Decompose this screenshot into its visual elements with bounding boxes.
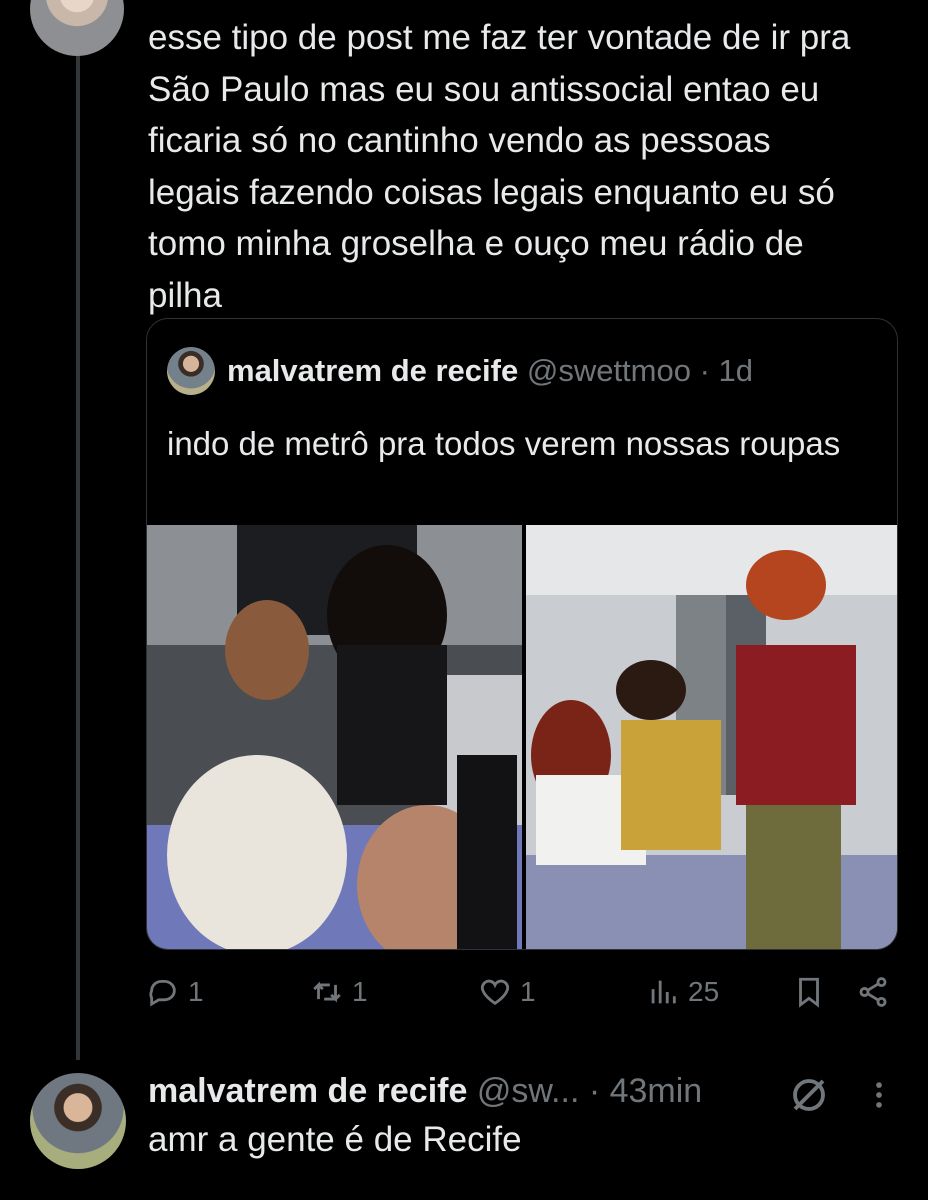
quote-text: indo de metrô pra todos verem nossas rou…	[167, 425, 841, 462]
repost-icon	[313, 981, 341, 1003]
quote-author-handle[interactable]: @swettmoo	[527, 353, 691, 388]
views-icon	[651, 980, 676, 1004]
quote-author-name[interactable]: malvatrem de recife	[227, 353, 518, 388]
reply-button[interactable]: 1	[146, 975, 204, 1009]
reply-text: amr a gente é de Recife	[148, 1120, 522, 1159]
repost-button[interactable]: 1	[310, 975, 368, 1009]
share-button[interactable]	[856, 975, 890, 1009]
mute-icon[interactable]	[788, 1074, 830, 1116]
views-button[interactable]: 25	[646, 975, 719, 1009]
heart-icon	[480, 979, 510, 1006]
reply-author-name[interactable]: malvatrem de recife	[148, 1072, 467, 1110]
author-avatar[interactable]	[30, 0, 124, 56]
more-icon[interactable]	[862, 1074, 896, 1116]
quote-tweet-card[interactable]: malvatrem de recife @swettmoo · 1d indo …	[146, 318, 898, 950]
reply-icon	[149, 979, 176, 1007]
reply-author-avatar[interactable]	[30, 1073, 126, 1169]
timeline: esse tipo de post me faz ter vontade de …	[0, 0, 928, 1200]
share-icon	[859, 977, 887, 1007]
repost-count: 1	[352, 976, 368, 1007]
views-count: 25	[688, 976, 720, 1007]
tweet-text: esse tipo de post me faz ter vontade de …	[148, 18, 851, 315]
reply-author-handle[interactable]: @sw...	[477, 1072, 580, 1110]
like-count: 1	[520, 976, 536, 1007]
bookmark-icon	[799, 977, 819, 1008]
reply-count: 1	[188, 976, 204, 1007]
thread-line	[76, 50, 80, 1060]
reply-timestamp: · 43min	[579, 1072, 703, 1110]
quote-timestamp: · 1d	[690, 353, 754, 388]
like-button[interactable]: 1	[478, 975, 536, 1009]
media-photo-left[interactable]	[147, 525, 522, 949]
quote-header: malvatrem de recife @swettmoo · 1d	[227, 353, 753, 389]
media-photo-right[interactable]	[526, 525, 897, 949]
tweet-actions: 1 1 1 25	[146, 975, 906, 1019]
reply-header: malvatrem de recife @sw... · 43min	[148, 1072, 702, 1111]
quote-author-avatar[interactable]	[167, 347, 215, 395]
bookmark-button[interactable]	[792, 975, 826, 1009]
